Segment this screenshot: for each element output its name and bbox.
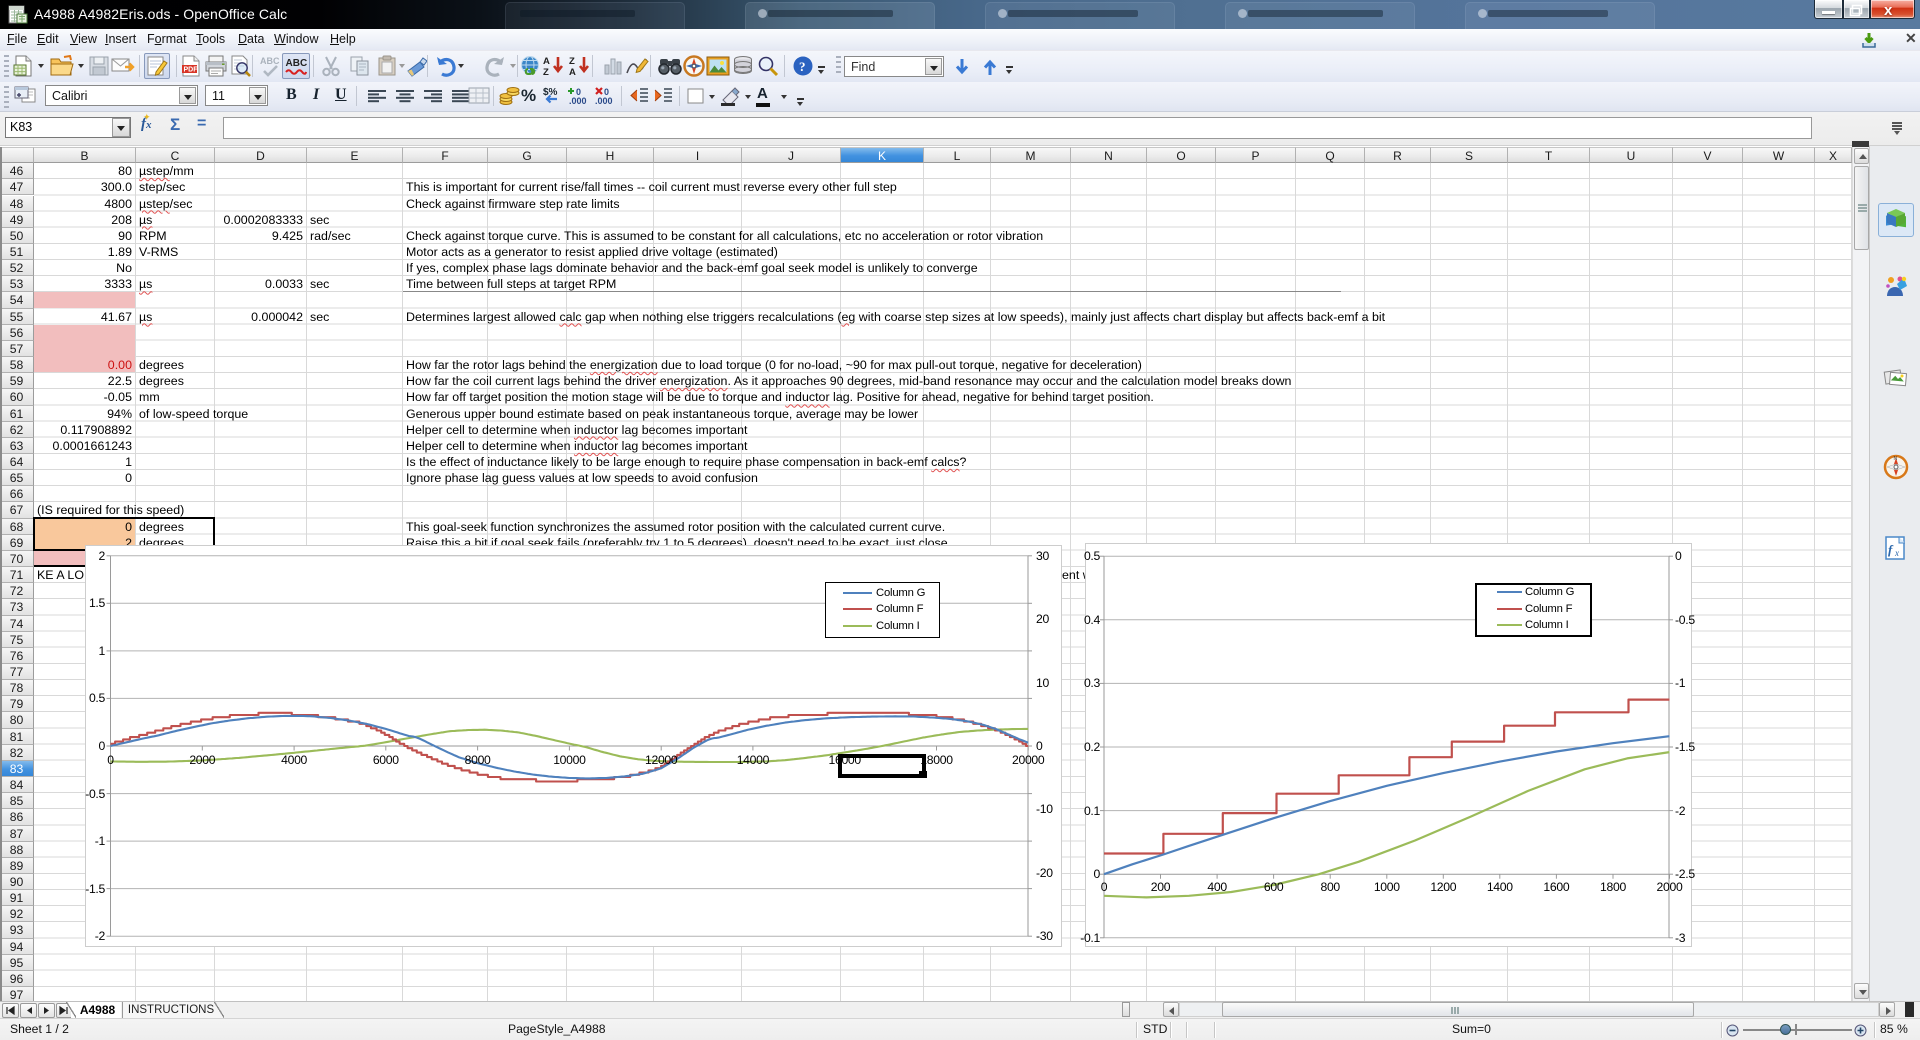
svg-text:.000: .000 bbox=[595, 96, 613, 106]
svg-text:A: A bbox=[569, 67, 576, 77]
svg-text:.000: .000 bbox=[569, 96, 587, 106]
svg-text:Z: Z bbox=[569, 56, 575, 67]
svg-text:ABC: ABC bbox=[286, 58, 308, 69]
svg-text:PDF: PDF bbox=[184, 67, 199, 74]
svg-text:N: N bbox=[1894, 456, 1898, 462]
svg-text:ABC: ABC bbox=[260, 56, 280, 66]
svg-text:?: ? bbox=[799, 59, 806, 74]
svg-text:x: x bbox=[1894, 548, 1899, 558]
svg-text:A: A bbox=[543, 56, 550, 67]
svg-text:Z: Z bbox=[543, 67, 549, 77]
